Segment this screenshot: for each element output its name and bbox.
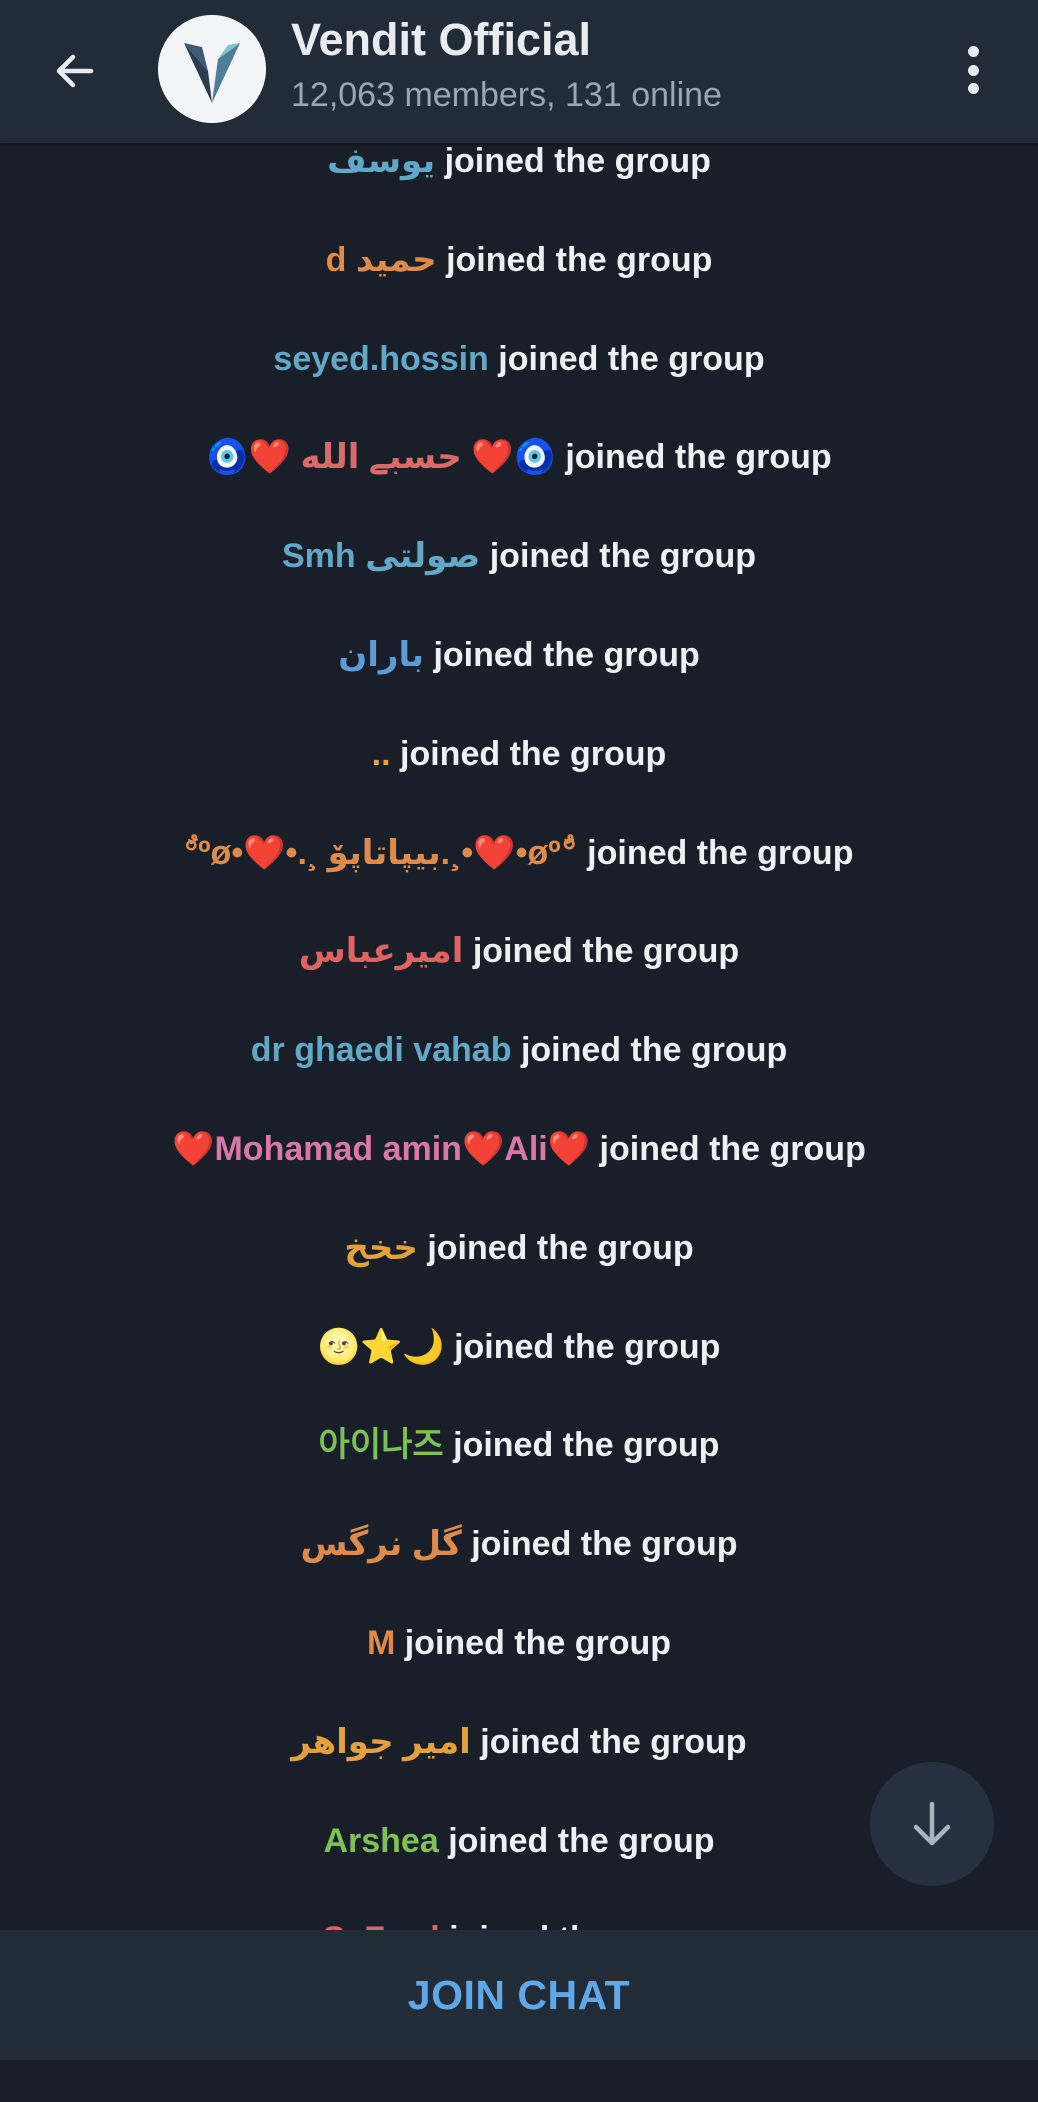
service-message: seyed.hossin joined the group — [0, 337, 1038, 381]
join-text: joined the group — [489, 537, 757, 576]
more-vertical-icon[interactable] — [945, 40, 1001, 100]
member-name[interactable]: یوسف — [327, 143, 435, 180]
join-text: joined the group — [472, 932, 740, 971]
service-message: ❤️Mohamad amin❤️Ali❤️ joined the group — [0, 1127, 1038, 1171]
join-text: joined the group — [449, 1920, 715, 1930]
member-name[interactable]: گل نرگس — [300, 1525, 461, 1563]
join-text: joined the group — [565, 438, 832, 477]
service-message: 🌝⭐🌙 joined the group — [0, 1325, 1038, 1369]
service-message: حمید d joined the group — [0, 238, 1038, 282]
member-name[interactable]: .. — [372, 735, 391, 773]
service-message: 아이나즈 joined the group — [0, 1423, 1038, 1467]
service-message: dr ghaedi vahab joined the group — [0, 1028, 1038, 1072]
member-name[interactable]: 아이나즈 — [319, 1426, 444, 1464]
service-message: خخخ joined the group — [0, 1226, 1038, 1270]
service-message: S. Ford joined the group — [0, 1917, 1038, 1930]
group-member-count: 12,063 members, 131 online — [291, 76, 722, 114]
join-text: joined the group — [448, 1821, 715, 1860]
member-name[interactable]: S. Ford — [323, 1920, 440, 1930]
member-name[interactable]: خخخ — [344, 1229, 418, 1267]
member-name[interactable]: 🧿❤️ حسبے الله ❤️🧿 — [206, 438, 556, 476]
system-nav-bar — [0, 2060, 1038, 2102]
member-name[interactable]: امیرعباس — [299, 932, 464, 970]
member-name[interactable]: حمید d — [326, 241, 437, 279]
member-name[interactable]: امیر جواهر — [291, 1723, 470, 1761]
join-text: joined the group — [433, 636, 700, 674]
service-message: Smh صولتی joined the group — [0, 534, 1038, 578]
join-text: joined the group — [453, 1426, 720, 1465]
join-text: joined the group — [587, 833, 854, 872]
member-name[interactable]: Smh صولتی — [282, 537, 480, 575]
member-name[interactable]: seyed.hossin — [273, 340, 488, 378]
member-name[interactable]: M — [367, 1624, 395, 1662]
message-list[interactable]: یوسف joined the group حمید d joined the g… — [0, 143, 1038, 1930]
join-text: joined the group — [454, 1327, 721, 1366]
service-message: M joined the group — [0, 1621, 1038, 1665]
service-message: یوسف joined the group — [0, 143, 1038, 183]
join-text: joined the group — [471, 1525, 738, 1564]
join-text: joined the group — [446, 240, 713, 279]
scroll-down-button[interactable] — [870, 1762, 994, 1886]
member-name[interactable]: 🌝⭐🌙 — [318, 1328, 445, 1366]
join-text: joined the group — [480, 1722, 747, 1761]
service-message: .. joined the group — [0, 732, 1038, 776]
join-text: joined the group — [444, 143, 711, 180]
member-name[interactable]: باران — [338, 636, 424, 674]
join-text: joined the group — [520, 1031, 788, 1070]
arrow-down-icon — [913, 1801, 951, 1846]
vendit-logo — [158, 15, 266, 123]
join-bar: JOIN CHAT — [0, 1930, 1038, 2060]
service-message: ٌ°ºø•❤️•.¸ بیپاتاپۆ.¸•❤️•øº°ٌ joined the… — [0, 831, 1038, 875]
service-message: باران joined the group — [0, 633, 1038, 677]
join-text: joined the group — [498, 339, 765, 378]
member-name[interactable]: dr ghaedi vahab — [251, 1031, 512, 1069]
service-message: گل نرگس joined the group — [0, 1522, 1038, 1566]
join-text: joined the group — [599, 1130, 866, 1168]
back-button[interactable] — [40, 36, 110, 106]
join-text: joined the group — [404, 1624, 672, 1662]
member-name[interactable]: ٌ°ºø•❤️•.¸ بیپاتاپۆ.¸•❤️•øº°ٌ — [185, 834, 578, 872]
service-message: امیرعباس joined the group — [0, 929, 1038, 973]
service-message: 🧿❤️ حسبے الله ❤️🧿 joined the group — [0, 435, 1038, 479]
chat-header: Vendit Official 12,063 members, 131 onli… — [0, 0, 1038, 143]
arrow-left-icon — [56, 54, 94, 88]
group-title[interactable]: Vendit Official — [291, 14, 591, 66]
join-text: joined the group — [400, 734, 667, 773]
join-chat-button[interactable]: JOIN CHAT — [408, 1972, 630, 2019]
join-text: joined the group — [427, 1228, 694, 1267]
service-message: امیر جواهر joined the group — [0, 1720, 1038, 1764]
avatar[interactable] — [158, 15, 266, 123]
member-name[interactable]: ❤️Mohamad amin❤️Ali❤️ — [172, 1130, 590, 1168]
member-name[interactable]: Arshea — [323, 1822, 438, 1860]
